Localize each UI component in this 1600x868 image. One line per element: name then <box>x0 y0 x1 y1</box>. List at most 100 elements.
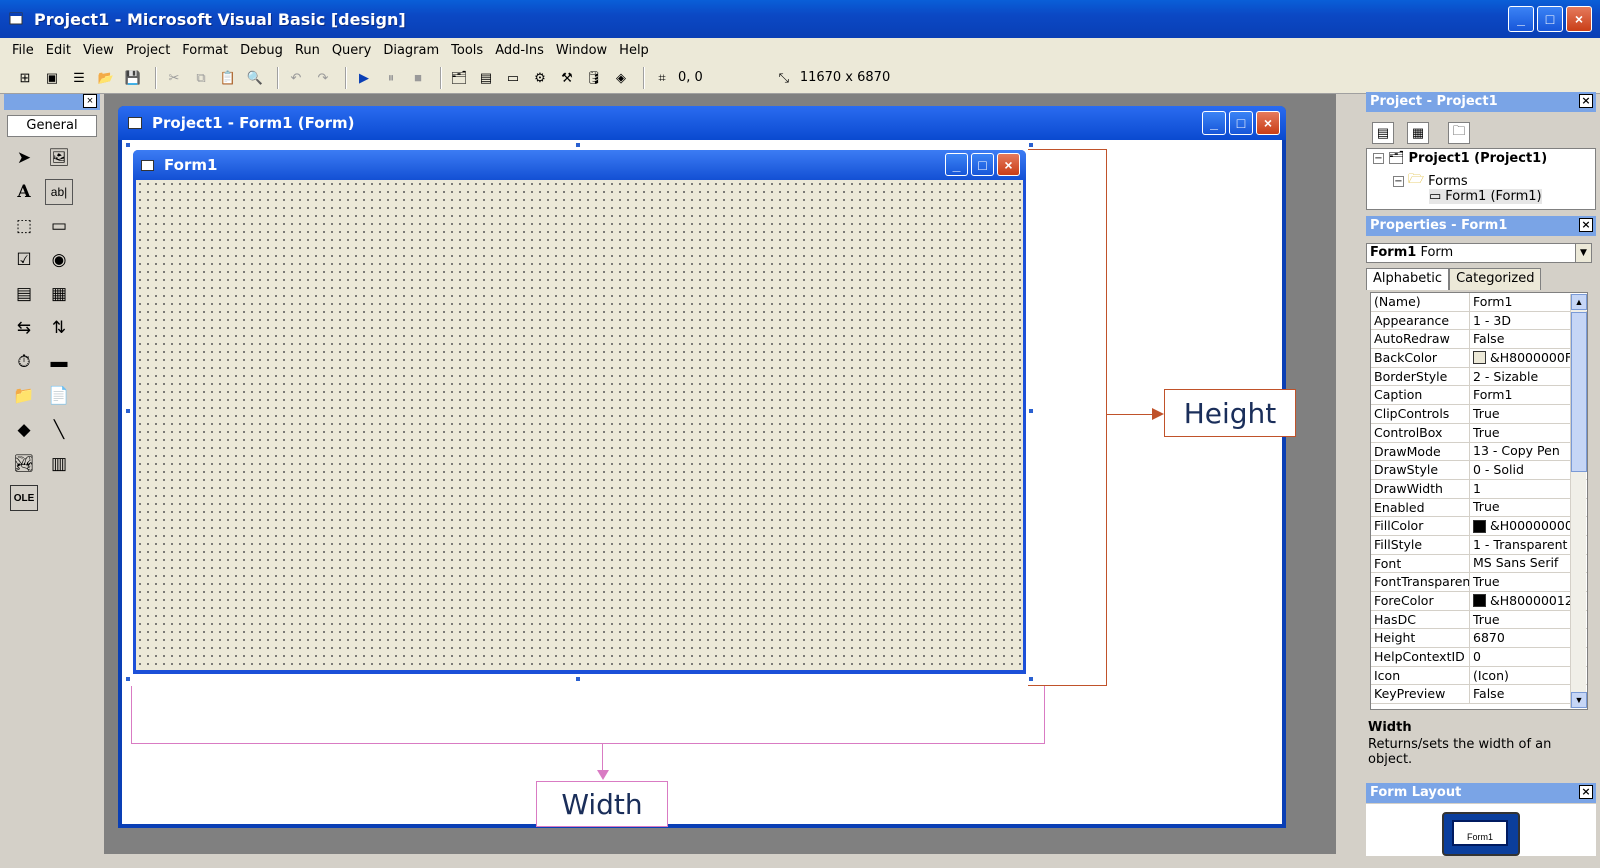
form-layout-close-button[interactable]: × <box>1579 785 1593 799</box>
form-layout-preview[interactable]: Form1 <box>1452 820 1508 846</box>
designer-close-button[interactable]: × <box>1256 111 1280 135</box>
resize-handle[interactable] <box>125 676 131 682</box>
menu-debug[interactable]: Debug <box>234 43 289 58</box>
object-selector-dropdown[interactable]: Form1 Form ▼ <box>1366 243 1592 263</box>
minimize-button[interactable]: _ <box>1508 6 1534 32</box>
property-row[interactable]: Caption Form1 <box>1371 386 1587 406</box>
menu-tools[interactable]: Tools <box>445 43 489 58</box>
cut-icon[interactable]: ✂ <box>163 67 185 89</box>
menu-window[interactable]: Window <box>550 43 613 58</box>
properties-panel-close-button[interactable]: × <box>1579 218 1593 232</box>
form1-design-grid[interactable] <box>136 180 1023 670</box>
resize-handle[interactable] <box>125 408 131 414</box>
menu-edit[interactable]: Edit <box>40 43 77 58</box>
view-code-icon[interactable]: ▤ <box>1372 122 1394 144</box>
properties-window-icon[interactable]: ▤ <box>475 67 497 89</box>
redo-icon[interactable]: ↷ <box>312 67 334 89</box>
scroll-down-icon[interactable]: ▼ <box>1571 692 1587 708</box>
commandbutton-tool-icon[interactable]: ▭ <box>45 213 73 239</box>
menu-addins[interactable]: Add-Ins <box>489 43 550 58</box>
property-row[interactable]: Enabled True <box>1371 498 1587 518</box>
property-row[interactable]: Height 6870 <box>1371 629 1587 649</box>
property-row[interactable]: (Name) Form1 <box>1371 293 1587 312</box>
timer-tool-icon[interactable]: ⏱ <box>10 349 38 375</box>
menu-editor-icon[interactable]: ☰ <box>68 67 90 89</box>
property-row[interactable]: Appearance 1 - 3D <box>1371 311 1587 331</box>
add-form-icon[interactable]: ▣ <box>41 67 63 89</box>
form-layout-icon[interactable]: ▭ <box>502 67 524 89</box>
textbox-tool-icon[interactable]: ab| <box>45 179 73 205</box>
toggle-folders-icon[interactable]: 🗀 <box>1448 122 1470 144</box>
close-button[interactable]: × <box>1566 6 1592 32</box>
end-icon[interactable]: ■ <box>407 67 429 89</box>
paste-icon[interactable]: 📋 <box>217 67 239 89</box>
undo-icon[interactable]: ↶ <box>285 67 307 89</box>
frame-tool-icon[interactable]: ⬚ <box>10 213 38 239</box>
open-project-icon[interactable]: 📂 <box>95 67 117 89</box>
resize-handle[interactable] <box>575 676 581 682</box>
menu-diagram[interactable]: Diagram <box>377 43 445 58</box>
tab-alphabetic[interactable]: Alphabetic <box>1366 268 1450 290</box>
object-browser-icon[interactable]: ⚙ <box>529 67 551 89</box>
vscrollbar-tool-icon[interactable]: ⇅ <box>45 315 73 341</box>
property-row[interactable]: HelpContextID 0 <box>1371 648 1587 667</box>
menu-project[interactable]: Project <box>120 43 176 58</box>
designer-minimize-button[interactable]: _ <box>1202 111 1226 135</box>
property-row[interactable]: BorderStyle 2 - Sizable <box>1371 367 1587 387</box>
form1[interactable]: Form1 _ □ × <box>133 150 1026 674</box>
image-tool-icon[interactable]: 🏞 <box>10 451 38 477</box>
pointer-tool-icon[interactable]: ➤ <box>10 145 38 171</box>
project-panel-close-button[interactable]: × <box>1579 94 1593 108</box>
shape-tool-icon[interactable]: ◆ <box>10 417 38 443</box>
copy-icon[interactable]: ⧉ <box>190 67 212 89</box>
break-icon[interactable]: ⏸ <box>380 67 402 89</box>
property-row[interactable]: FillColor &H00000000 <box>1371 517 1587 536</box>
optionbutton-tool-icon[interactable]: ◉ <box>45 247 73 273</box>
ole-tool-icon[interactable]: OLE <box>10 485 38 511</box>
combobox-tool-icon[interactable]: ▤ <box>10 281 38 307</box>
component-manager-icon[interactable]: ◈ <box>610 67 632 89</box>
add-project-icon[interactable]: ⊞ <box>14 67 36 89</box>
picturebox-tool-icon[interactable]: 🖼 <box>45 145 73 171</box>
property-row[interactable]: DrawMode 13 - Copy Pen <box>1371 442 1587 462</box>
label-tool-icon[interactable]: A <box>10 179 38 205</box>
toolbox-close-button[interactable]: × <box>83 94 97 108</box>
property-row[interactable]: KeyPreview False <box>1371 685 1587 705</box>
scroll-up-icon[interactable]: ▲ <box>1571 294 1587 310</box>
properties-scrollbar[interactable]: ▲ ▼ <box>1570 294 1587 708</box>
resize-handle[interactable] <box>575 142 581 148</box>
menu-query[interactable]: Query <box>326 43 378 58</box>
menu-file[interactable]: File <box>6 43 40 58</box>
tab-categorized[interactable]: Categorized <box>1449 268 1542 290</box>
property-row[interactable]: BackColor &H8000000F <box>1371 349 1587 368</box>
project-explorer-icon[interactable]: 🗂 <box>448 67 470 89</box>
filelistbox-tool-icon[interactable]: 📄 <box>45 383 73 409</box>
find-icon[interactable]: 🔍 <box>244 67 266 89</box>
property-row[interactable]: AutoRedraw False <box>1371 330 1587 350</box>
resize-handle[interactable] <box>125 142 131 148</box>
line-tool-icon[interactable]: ╲ <box>45 417 73 443</box>
save-project-icon[interactable]: 💾 <box>122 67 144 89</box>
view-object-icon[interactable]: ▦ <box>1407 122 1429 144</box>
maximize-button[interactable]: □ <box>1537 6 1563 32</box>
resize-handle[interactable] <box>1028 142 1034 148</box>
menu-run[interactable]: Run <box>289 43 326 58</box>
tree-node-project[interactable]: − 🗂 Project1 (Project1) <box>1373 151 1547 166</box>
listbox-tool-icon[interactable]: ▦ <box>45 281 73 307</box>
property-row[interactable]: Icon (Icon) <box>1371 666 1587 686</box>
tree-node-form1[interactable]: ▭ Form1 (Form1) <box>1429 189 1542 204</box>
property-row[interactable]: Font MS Sans Serif <box>1371 554 1587 574</box>
checkbox-tool-icon[interactable]: ☑ <box>10 247 38 273</box>
scroll-thumb[interactable] <box>1571 312 1587 472</box>
property-row[interactable]: ControlBox True <box>1371 423 1587 443</box>
menu-format[interactable]: Format <box>176 43 234 58</box>
data-view-icon[interactable]: 🛢 <box>583 67 605 89</box>
menu-view[interactable]: View <box>77 43 120 58</box>
toolbox-tab-general[interactable]: General <box>7 115 97 137</box>
menu-help[interactable]: Help <box>613 43 655 58</box>
property-row[interactable]: FontTransparent True <box>1371 573 1587 592</box>
data-tool-icon[interactable]: ▥ <box>45 451 73 477</box>
property-row[interactable]: DrawStyle 0 - Solid <box>1371 461 1587 480</box>
collapse-icon[interactable]: − <box>1393 175 1404 187</box>
start-icon[interactable]: ▶ <box>353 67 375 89</box>
